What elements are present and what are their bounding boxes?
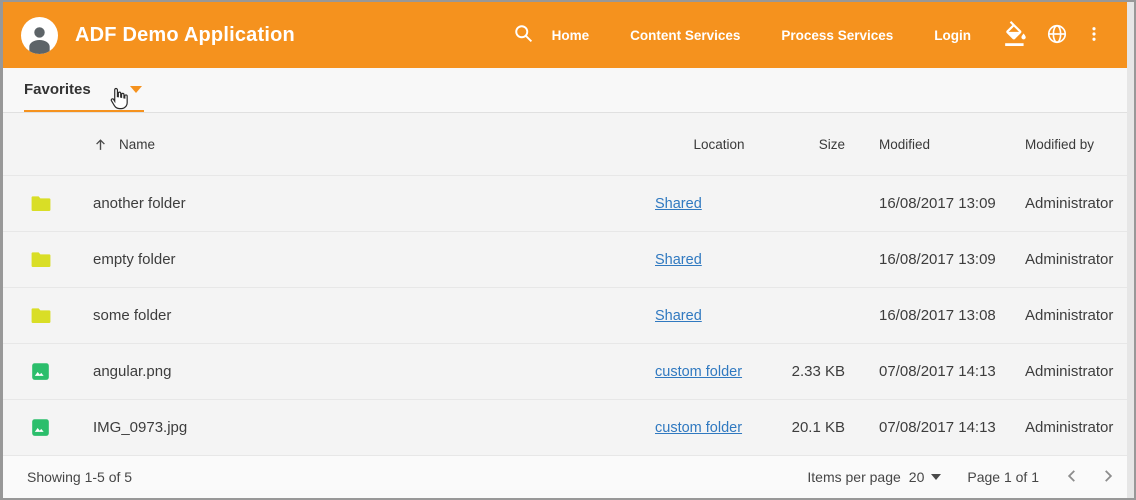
table-body: another folder Shared 16/08/2017 13:09 A… xyxy=(3,176,1127,456)
modified-date: 16/08/2017 13:09 xyxy=(845,251,1025,268)
file-size: 20.1 KB xyxy=(783,419,845,436)
paginator: Showing 1-5 of 5 Items per page 20 Page … xyxy=(3,456,1127,498)
file-name-link[interactable]: another folder xyxy=(71,195,655,212)
app-title: ADF Demo Application xyxy=(75,24,295,47)
modified-column-header[interactable]: Modified xyxy=(845,137,1025,152)
modified-date: 07/08/2017 14:13 xyxy=(845,419,1025,436)
modified-by: Administrator xyxy=(1025,251,1127,268)
modified-by-column-header[interactable]: Modified by xyxy=(1025,137,1127,152)
file-name-link[interactable]: empty folder xyxy=(71,251,655,268)
location-link[interactable]: Shared xyxy=(655,252,702,268)
next-page-button[interactable] xyxy=(1095,463,1121,492)
folder-icon xyxy=(31,307,51,324)
app-header: ADF Demo Application Home Content Servic… xyxy=(3,2,1127,68)
table-row[interactable]: empty folder Shared 16/08/2017 13:09 Adm… xyxy=(3,232,1127,288)
nav-item-content-services[interactable]: Content Services xyxy=(630,28,740,43)
table-row[interactable]: angular.png custom folder 2.33 KB 07/08/… xyxy=(3,344,1127,400)
location-link[interactable]: Shared xyxy=(655,196,702,212)
items-per-page-select[interactable]: 20 xyxy=(909,469,942,485)
table-row[interactable]: IMG_0973.jpg custom folder 20.1 KB 07/08… xyxy=(3,400,1127,456)
range-label: Showing 1-5 of 5 xyxy=(27,469,132,485)
items-per-page-label: Items per page xyxy=(807,469,900,485)
more-menu-button[interactable] xyxy=(1081,20,1107,51)
location-link[interactable]: Shared xyxy=(655,308,702,324)
folder-icon xyxy=(31,251,51,268)
page-status-label: Page 1 of 1 xyxy=(967,469,1039,485)
globe-icon xyxy=(1046,23,1068,48)
more-vertical-icon xyxy=(1085,24,1103,47)
location-column-header[interactable]: Location xyxy=(655,137,783,152)
main-nav: Home Content Services Process Services L… xyxy=(552,28,971,43)
file-name-link[interactable]: IMG_0973.jpg xyxy=(71,419,655,436)
search-button[interactable] xyxy=(509,19,538,51)
file-name-link[interactable]: some folder xyxy=(71,307,655,324)
dropdown-caret-icon xyxy=(130,86,142,93)
modified-date: 16/08/2017 13:08 xyxy=(845,307,1025,324)
modified-by: Administrator xyxy=(1025,307,1127,324)
modified-by: Administrator xyxy=(1025,419,1127,436)
modified-by: Administrator xyxy=(1025,363,1127,380)
select-caret-icon xyxy=(931,474,941,480)
file-name-link[interactable]: angular.png xyxy=(71,363,655,380)
image-file-icon xyxy=(31,362,50,381)
documents-table: Name Location Size Modified Modified by … xyxy=(3,113,1127,456)
chevron-left-icon xyxy=(1061,465,1083,490)
theme-picker-button[interactable] xyxy=(999,17,1033,54)
selected-view-label: Favorites xyxy=(24,81,91,98)
file-size: 2.33 KB xyxy=(783,363,845,380)
name-column-header[interactable]: Name xyxy=(71,137,655,152)
previous-page-button[interactable] xyxy=(1059,463,1085,492)
person-icon xyxy=(23,21,56,54)
nav-item-login[interactable]: Login xyxy=(934,28,971,43)
user-avatar[interactable] xyxy=(21,17,58,54)
nav-item-home[interactable]: Home xyxy=(552,28,590,43)
chevron-right-icon xyxy=(1097,465,1119,490)
location-link[interactable]: custom folder xyxy=(655,420,742,436)
app-window: ADF Demo Application Home Content Servic… xyxy=(0,0,1136,500)
location-link[interactable]: custom folder xyxy=(655,364,742,380)
table-row[interactable]: some folder Shared 16/08/2017 13:08 Admi… xyxy=(3,288,1127,344)
table-header-row: Name Location Size Modified Modified by xyxy=(3,113,1127,176)
modified-date: 16/08/2017 13:09 xyxy=(845,195,1025,212)
nav-item-process-services[interactable]: Process Services xyxy=(781,28,893,43)
scrollbar-gutter[interactable] xyxy=(1127,2,1134,498)
sort-ascending-icon xyxy=(93,137,108,152)
search-icon xyxy=(513,23,534,47)
modified-by: Administrator xyxy=(1025,195,1127,212)
favorites-dropdown[interactable]: Favorites xyxy=(24,68,144,112)
modified-date: 07/08/2017 14:13 xyxy=(845,363,1025,380)
app-main: ADF Demo Application Home Content Servic… xyxy=(3,2,1127,498)
image-file-icon xyxy=(31,418,50,437)
size-column-header[interactable]: Size xyxy=(783,137,845,152)
table-row[interactable]: another folder Shared 16/08/2017 13:09 A… xyxy=(3,176,1127,232)
folder-icon xyxy=(31,195,51,212)
view-tabbar: Favorites xyxy=(3,68,1127,113)
language-button[interactable] xyxy=(1042,19,1072,52)
paint-bucket-icon xyxy=(1003,21,1029,50)
